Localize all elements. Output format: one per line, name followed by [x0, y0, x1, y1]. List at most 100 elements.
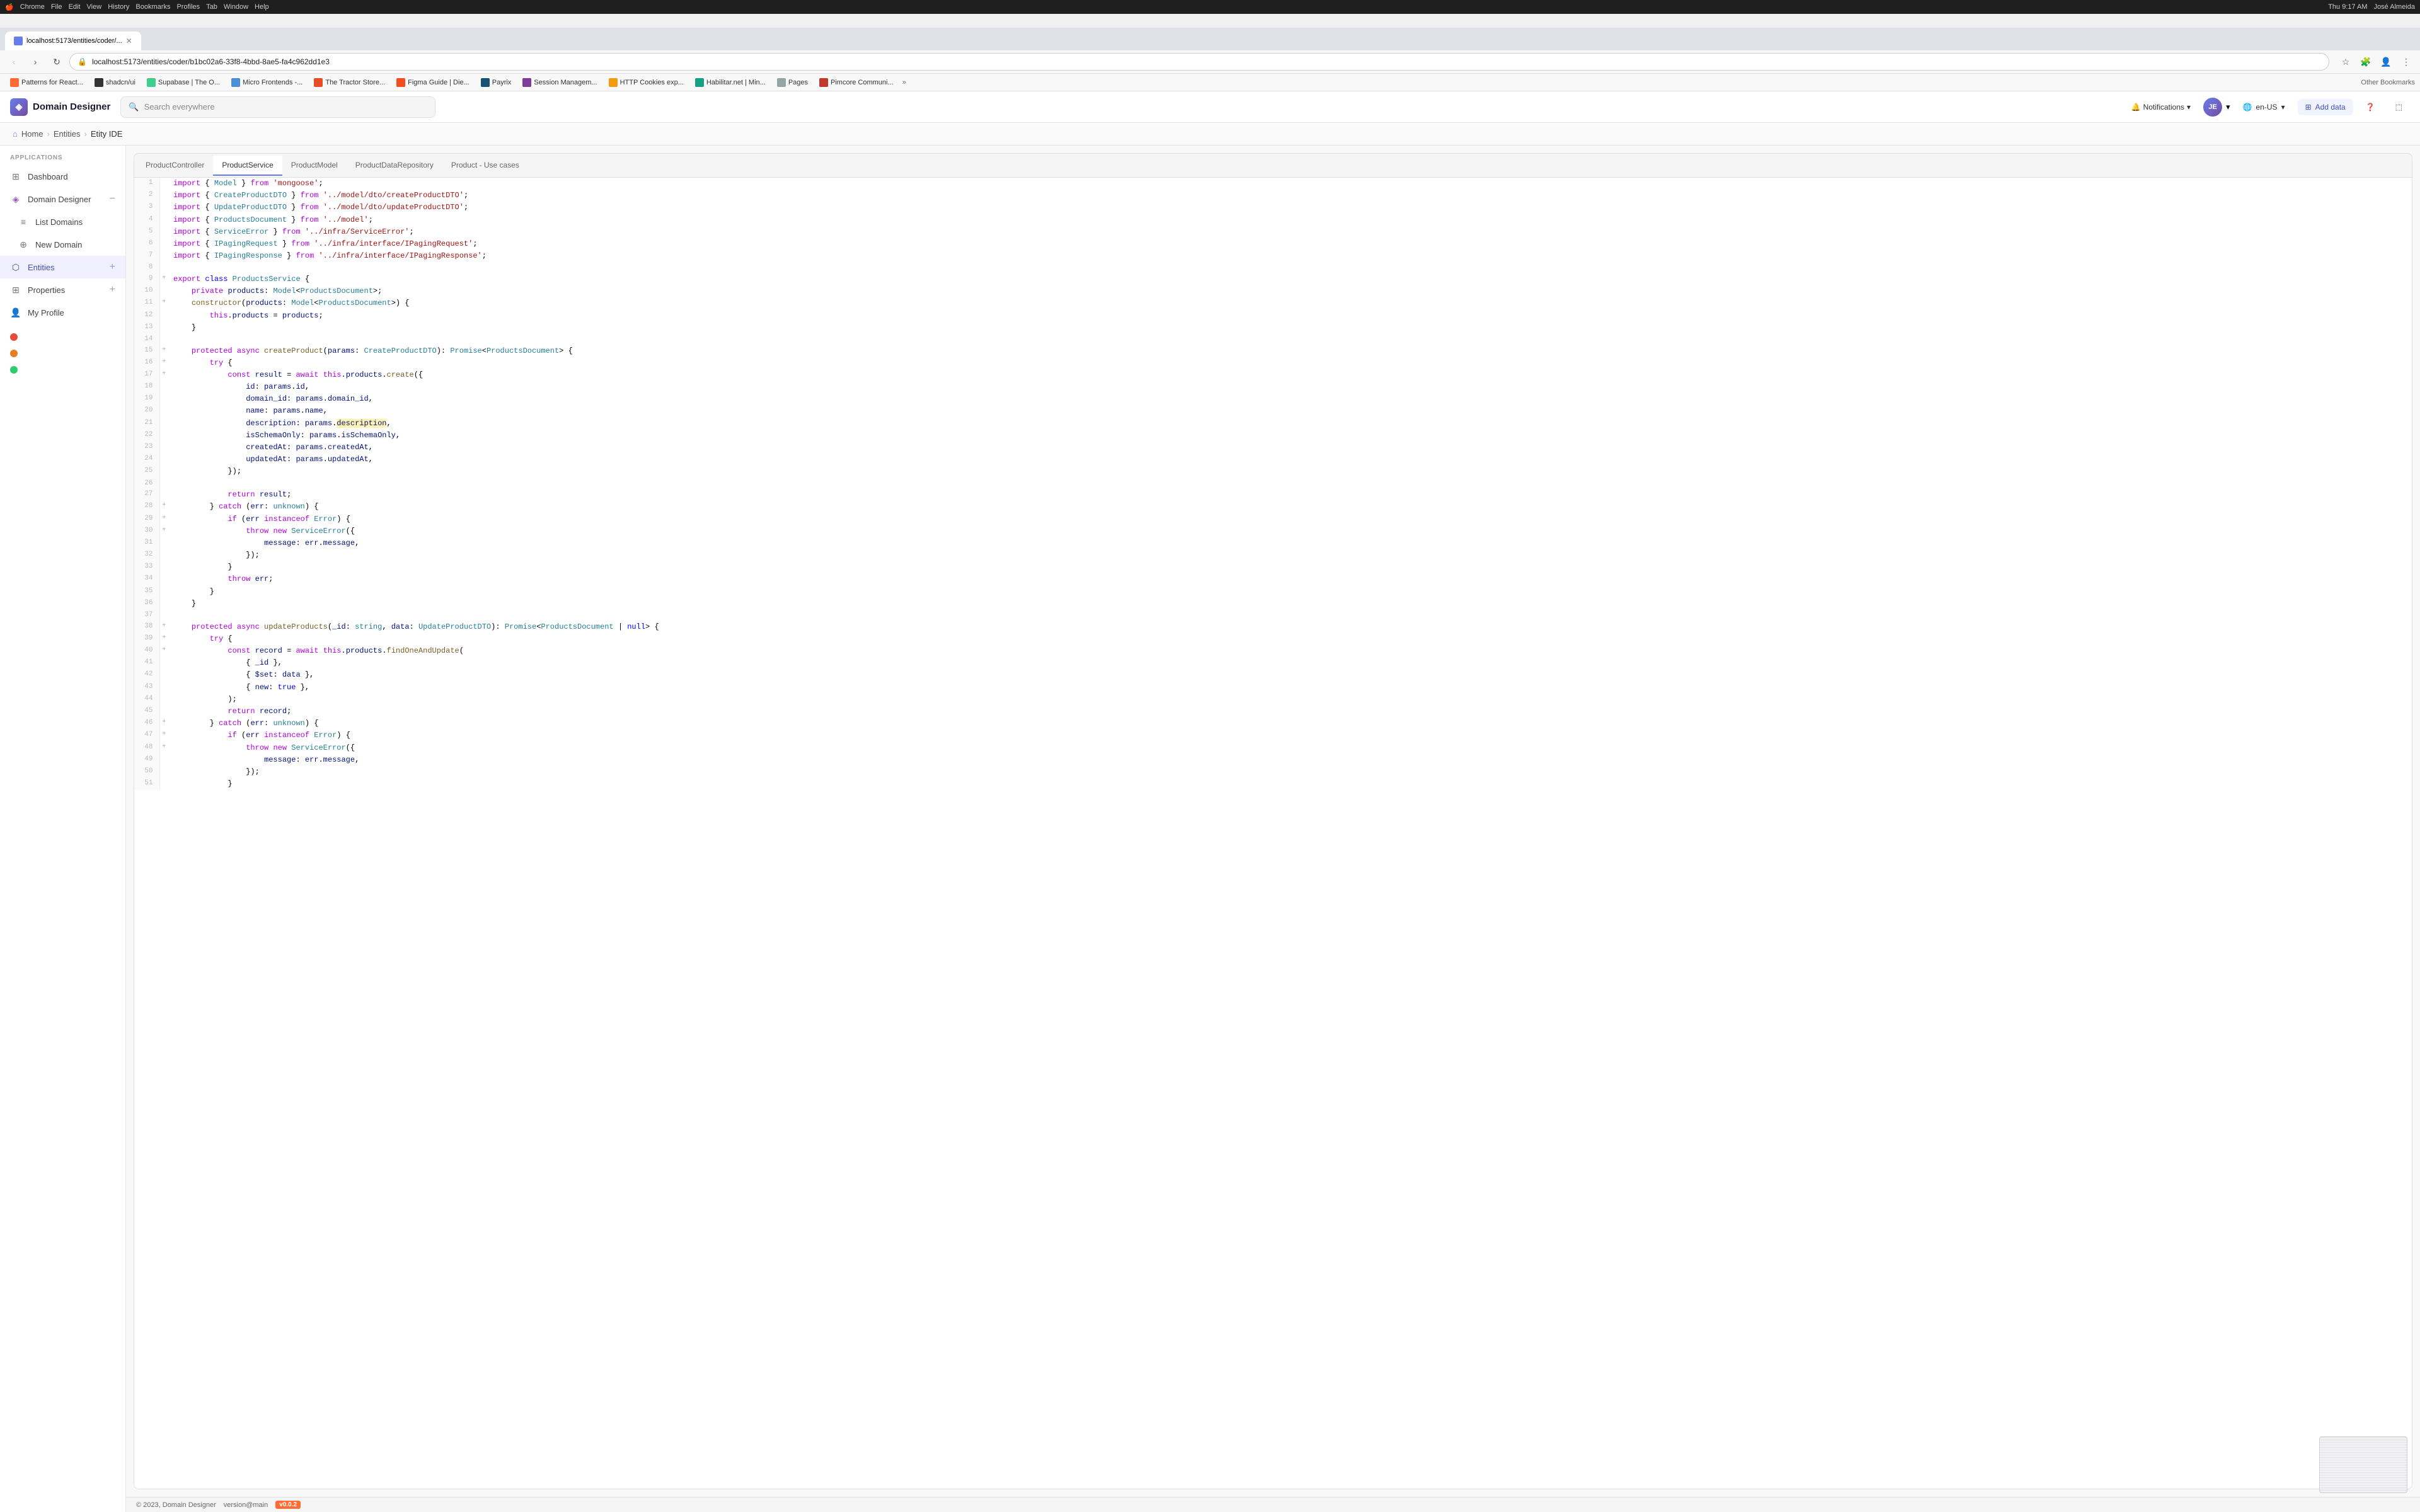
bookmark-item[interactable]: Figma Guide | Die...	[391, 77, 475, 88]
code-line: 10 private products: Model<ProductsDocum…	[134, 285, 2412, 297]
bookmark-item[interactable]: Pimcore Communi...	[814, 77, 899, 88]
code-line: 3 import { UpdateProductDTO } from '../m…	[134, 202, 2412, 214]
lock-icon: 🔒	[78, 57, 87, 66]
bookmark-item[interactable]: Habilitar.net | Min...	[690, 77, 771, 88]
bookmark-item[interactable]: The Tractor Store...	[309, 77, 390, 88]
code-line: 12 this.products = products;	[134, 310, 2412, 322]
breadcrumb-entities[interactable]: Entities	[54, 129, 81, 139]
color-green-item[interactable]	[0, 362, 125, 378]
bookmark-item[interactable]: Supabase | The O...	[142, 77, 225, 88]
editor-tab-product-use-cases[interactable]: Product - Use cases	[442, 156, 528, 176]
code-line: 30+ throw new ServiceError({	[134, 525, 2412, 537]
code-line: 24 updatedAt: params.updatedAt,	[134, 454, 2412, 466]
other-bookmarks[interactable]: Other Bookmarks	[2361, 79, 2415, 86]
bookmark-item[interactable]: Micro Frontends -...	[226, 77, 308, 88]
add-data-button[interactable]: ⊞ Add data	[2298, 99, 2353, 115]
browser-nav: ‹ › ↻ 🔒 localhost:5173/entities/coder/b1…	[0, 50, 2420, 74]
editor-tab-product-model[interactable]: ProductModel	[282, 156, 347, 176]
header-right: 🔔 Notifications ▾ JE ▾ 🌐 en-US ▾ ⊞	[2124, 98, 2410, 117]
menu-view[interactable]: View	[87, 3, 102, 11]
sidebar-item-entities[interactable]: ⬡ Entities +	[0, 256, 125, 278]
bell-icon: 🔔	[2131, 103, 2141, 112]
translate-button[interactable]: 🌐 en-US ▾	[2235, 99, 2293, 115]
footer-version-badge: v0.0.2	[275, 1501, 301, 1509]
forward-button[interactable]: ›	[26, 53, 44, 71]
app-logo: ◈ Domain Designer	[10, 98, 110, 116]
code-line: 50 });	[134, 766, 2412, 778]
code-line: 26	[134, 478, 2412, 490]
menu-edit[interactable]: Edit	[69, 3, 81, 11]
collapse-icon[interactable]: −	[110, 193, 115, 205]
breadcrumb-home[interactable]: Home	[21, 129, 43, 139]
app-footer: © 2023, Domain Designer version@main v0.…	[126, 1497, 2420, 1512]
code-line: 41 { _id },	[134, 657, 2412, 669]
code-line: 34 throw err;	[134, 573, 2412, 585]
add-property-button[interactable]: +	[110, 284, 115, 295]
bookmark-star-button[interactable]: ☆	[2337, 53, 2354, 71]
add-entity-button[interactable]: +	[110, 261, 115, 273]
color-orange-item[interactable]	[0, 345, 125, 362]
code-table: 1 import { Model } from 'mongoose'; 2 im…	[134, 178, 2412, 790]
menu-tab[interactable]: Tab	[206, 3, 217, 11]
tab-title: localhost:5173/entities/coder/...	[26, 37, 122, 45]
user-menu[interactable]: JE ▾	[2203, 98, 2230, 117]
notifications-button[interactable]: 🔔 Notifications ▾	[2124, 99, 2198, 115]
user-name: José Almeida	[2374, 3, 2415, 11]
code-line: 11+ constructor(products: Model<Products…	[134, 297, 2412, 309]
bookmark-item[interactable]: shadcn/ui	[89, 77, 141, 88]
system-time: Thu 9:17 AM	[2328, 3, 2367, 11]
bookmark-item[interactable]: HTTP Cookies exp...	[604, 77, 689, 88]
code-line: 15+ protected async createProduct(params…	[134, 345, 2412, 357]
search-bar[interactable]: 🔍 Search everywhere	[120, 96, 435, 118]
menu-profiles[interactable]: Profiles	[176, 3, 200, 11]
breadcrumb-current: Etity IDE	[91, 129, 123, 139]
address-bar[interactable]: 🔒 localhost:5173/entities/coder/b1bc02a6…	[69, 53, 2329, 71]
color-dot-red	[10, 333, 18, 341]
menu-button[interactable]: ⋮	[2397, 53, 2415, 71]
menu-history[interactable]: History	[108, 3, 129, 11]
code-line: 38+ protected async updateProducts(_id: …	[134, 621, 2412, 633]
sidebar-item-properties[interactable]: ⊞ Properties +	[0, 278, 125, 301]
profile-button[interactable]: 👤	[2377, 53, 2395, 71]
sidebar-item-my-profile[interactable]: 👤 My Profile	[0, 301, 125, 324]
menu-file[interactable]: File	[51, 3, 62, 11]
color-red-item[interactable]	[0, 329, 125, 345]
menu-help[interactable]: Help	[255, 3, 269, 11]
code-line: 17+ const result = await this.products.c…	[134, 369, 2412, 381]
code-line: 39+ try {	[134, 633, 2412, 645]
tab-close-button[interactable]: ✕	[126, 37, 132, 45]
code-line: 2 import { CreateProductDTO } from '../m…	[134, 190, 2412, 202]
code-line: 42 { $set: data },	[134, 669, 2412, 681]
menu-window[interactable]: Window	[224, 3, 248, 11]
bookmark-item[interactable]: Payrix	[476, 77, 517, 88]
browser-tab-active[interactable]: localhost:5173/entities/coder/... ✕	[5, 32, 141, 50]
editor-tab-product-controller[interactable]: ProductController	[137, 156, 213, 176]
editor-tab-product-data-repository[interactable]: ProductDataRepository	[347, 156, 442, 176]
bookmark-item[interactable]: Pages	[772, 77, 813, 88]
code-editor[interactable]: 1 import { Model } from 'mongoose'; 2 im…	[134, 178, 2412, 1489]
extensions-button[interactable]: 🧩	[2357, 53, 2375, 71]
new-domain-icon: ⊕	[18, 239, 29, 250]
logout-button[interactable]: ⬚	[2388, 99, 2410, 115]
code-line: 45 return record;	[134, 706, 2412, 718]
apple-menu[interactable]: 🍎	[5, 3, 14, 11]
bookmark-item[interactable]: Patterns for React...	[5, 77, 88, 88]
user-avatar: JE	[2203, 98, 2222, 117]
sidebar-colors-section	[0, 329, 125, 378]
sidebar-item-label: Entities	[28, 263, 55, 272]
sidebar-item-new-domain[interactable]: ⊕ New Domain	[0, 233, 125, 256]
sidebar-item-list-domains[interactable]: ≡ List Domains	[0, 210, 125, 233]
code-line: 27 return result;	[134, 489, 2412, 501]
reload-button[interactable]: ↻	[48, 53, 66, 71]
code-line: 16+ try {	[134, 357, 2412, 369]
menu-bookmarks[interactable]: Bookmarks	[135, 3, 170, 11]
back-button[interactable]: ‹	[5, 53, 23, 71]
sidebar-item-domain-designer[interactable]: ◈ Domain Designer −	[0, 188, 125, 210]
sidebar-item-dashboard[interactable]: ⊞ Dashboard	[0, 165, 125, 188]
help-button[interactable]: ❓	[2358, 99, 2383, 115]
code-line: 44 );	[134, 694, 2412, 706]
editor-tab-product-service[interactable]: ProductService	[213, 156, 282, 176]
bookmark-item[interactable]: Session Managem...	[517, 77, 602, 88]
code-line: 37	[134, 610, 2412, 621]
more-bookmarks[interactable]: »	[902, 79, 906, 86]
